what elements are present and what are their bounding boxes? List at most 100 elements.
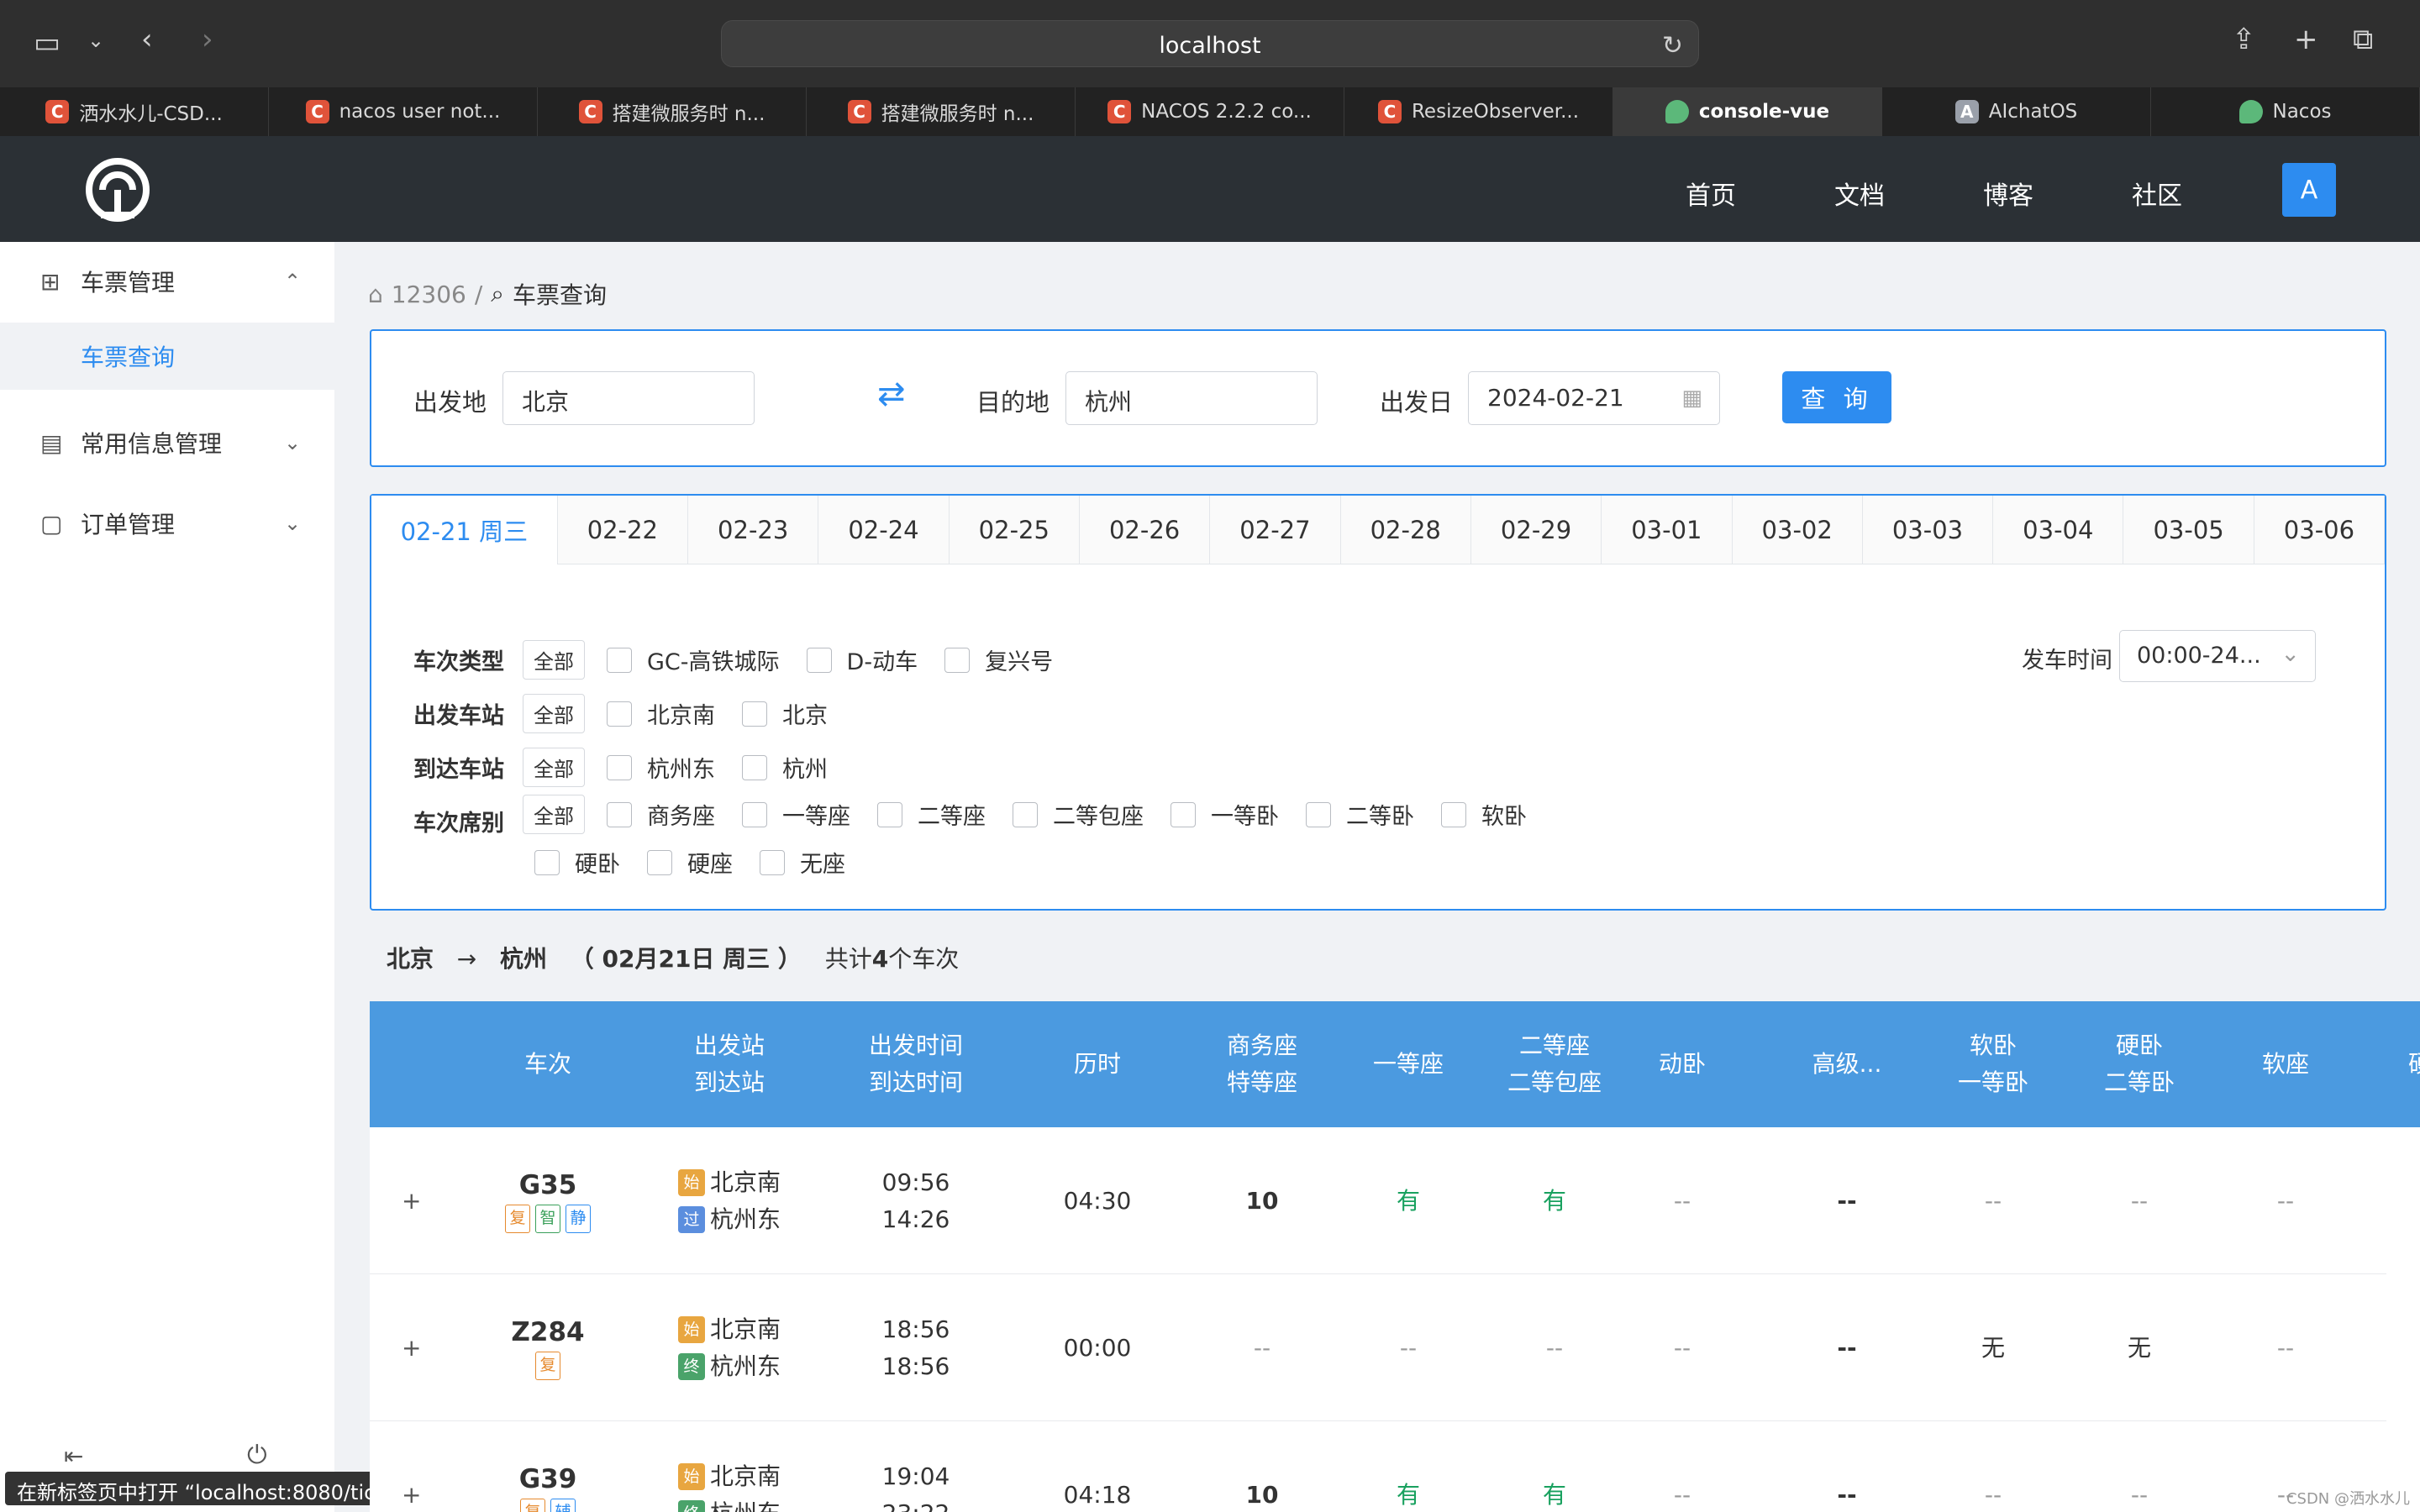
column-header[interactable]: 车次 [464,1001,632,1127]
column-header[interactable]: 出发站 到达站 [645,1001,813,1127]
browser-tab[interactable]: Cnacos user not... [269,87,538,136]
reload-icon[interactable]: ↻ [1662,31,1683,60]
share-icon[interactable]: ⇪ [2232,25,2256,54]
checkbox-box[interactable] [607,754,632,780]
departure-time-select[interactable]: 00:00-24... ⌄ [2119,630,2316,682]
date-tab[interactable]: 02-21 周三 [371,496,558,564]
search-button[interactable]: 查 询 [1782,371,1891,423]
table-row[interactable]: +G39复辅始北京南终杭州东19:0423:2204:1810有有-------… [370,1421,2386,1512]
filter-checkbox[interactable]: 硬卧 [534,846,620,879]
column-header[interactable]: 高级... [1763,1001,1931,1127]
sidebar-toggle-icon[interactable]: ▭ [34,29,60,57]
sidebar-item-common-info[interactable]: ▤ 常用信息管理 ⌄ [0,403,334,482]
train-number[interactable]: G39 [519,1463,577,1495]
table-row[interactable]: + Z284 复 始北京南终杭州东 18:56 18:56 00:00 -- -- -- -- -- 无… [370,1274,2420,1421]
new-tab-icon[interactable]: + [2294,25,2318,54]
checkbox-box[interactable] [647,849,672,875]
tab-overview-icon[interactable]: ⧉ [2353,25,2373,54]
browser-tab[interactable]: C 搭建微服务时 n... [538,87,807,136]
filter-checkbox[interactable]: D-动车 [806,643,918,676]
column-header[interactable]: 软卧 一等卧 [1909,1001,2077,1127]
home-icon[interactable]: ⌂ [368,281,383,308]
checkbox-box[interactable] [607,647,632,673]
filter-checkbox[interactable]: 杭州 [742,751,828,784]
column-header[interactable]: 动卧 [1598,1001,1766,1127]
all-tag[interactable]: 全部 [523,640,585,680]
checkbox-box[interactable] [742,701,767,727]
filter-checkbox[interactable]: 商务座 [607,798,715,831]
browser-tab[interactable]: C NACOS 2.2.2 co... [1076,87,1344,136]
address-bar[interactable]: localhost ↻ [721,20,1699,67]
date-tab[interactable]: 02-25 [949,496,1080,564]
column-header[interactable]: 一等座 [1324,1001,1492,1127]
train-number[interactable]: G35 [519,1169,577,1201]
to-input[interactable]: 杭州 [1065,371,1318,425]
avatar[interactable]: A [2282,163,2336,217]
train-cell[interactable]: G39 复辅 [464,1421,632,1512]
column-header[interactable]: 软座 [2202,1001,2370,1127]
checkbox-box[interactable] [607,801,632,827]
date-tab[interactable]: 02-29 [1470,496,1602,564]
browser-tab[interactable]: A AIchatOS [1882,87,2151,136]
filter-checkbox[interactable]: 二等包座 [1013,798,1144,831]
checkbox-box[interactable] [534,849,560,875]
filter-checkbox[interactable]: 硬座 [647,846,733,879]
filter-checkbox[interactable]: 复兴号 [944,643,1053,676]
filter-checkbox[interactable]: 二等座 [877,798,986,831]
filter-checkbox[interactable]: 一等卧 [1171,798,1279,831]
date-tab[interactable]: 02-22 [557,496,689,564]
date-tab[interactable]: 03-05 [2123,496,2254,564]
checkbox-box[interactable] [742,801,767,827]
train-cell[interactable]: G35 复智静 [464,1127,632,1274]
railway-logo-icon[interactable] [84,156,151,223]
date-tab[interactable]: 02-27 [1210,496,1341,564]
browser-tab[interactable]: C 搭建微服务时 n... [807,87,1076,136]
checkbox-box[interactable] [1306,801,1331,827]
date-tab[interactable]: 02-23 [688,496,819,564]
checkbox-box[interactable] [742,754,767,780]
back-icon[interactable]: ‹ [141,25,153,54]
column-header[interactable]: 历时 [1013,1001,1181,1127]
date-tab[interactable]: 03-04 [1993,496,2124,564]
checkbox-box[interactable] [806,647,832,673]
nav-docs[interactable]: 文档 [1834,175,1885,212]
column-header[interactable]: 商务座 特等座 [1178,1001,1346,1127]
browser-tab[interactable]: C 洒水水儿-CSD... [0,87,269,136]
filter-checkbox[interactable]: 北京南 [607,697,715,730]
browser-tab[interactable]: console-vue [1613,87,1882,136]
column-header[interactable]: 出发时间 到达时间 [832,1001,1000,1127]
chevron-down-icon[interactable]: ⌄ [87,30,104,50]
date-picker[interactable]: 2024-02-21 ▦ [1468,371,1720,425]
date-tab[interactable]: 03-01 [1602,496,1733,564]
all-tag[interactable]: 全部 [523,795,585,834]
breadcrumb-home[interactable]: 12306 [392,281,466,308]
checkbox-box[interactable] [877,801,902,827]
checkbox-box[interactable] [1171,801,1196,827]
filter-checkbox[interactable]: 北京 [742,697,828,730]
filter-checkbox[interactable]: 无座 [760,846,845,879]
filter-checkbox[interactable]: 杭州东 [607,751,715,784]
expand-icon[interactable]: + [402,1127,421,1274]
power-icon[interactable]: ⏻ [247,1443,267,1468]
from-input[interactable]: 北京 [502,371,755,425]
forward-icon[interactable]: › [202,25,213,54]
sidebar-item-orders[interactable]: ▢ 订单管理 ⌄ [0,484,334,563]
all-tag[interactable]: 全部 [523,694,585,733]
filter-checkbox[interactable]: GC-高铁城际 [607,643,780,676]
date-tab[interactable]: 03-06 [2254,496,2386,564]
expand-icon[interactable]: + [402,1421,421,1512]
collapse-sidebar-icon[interactable]: ⇤ [64,1445,83,1468]
checkbox-box[interactable] [944,647,971,673]
date-tab[interactable]: 02-24 [818,496,950,564]
checkbox-box[interactable] [607,701,632,727]
sidebar-item-ticket-search[interactable]: 车票查询 [0,323,334,390]
date-tab[interactable]: 02-26 [1079,496,1211,564]
column-header[interactable]: 硬座 [2348,1001,2420,1127]
checkbox-box[interactable] [760,849,785,875]
checkbox-box[interactable] [1013,801,1038,827]
checkbox-box[interactable] [1441,801,1466,827]
column-header[interactable]: 硬卧 二等卧 [2055,1001,2223,1127]
swap-icon[interactable]: ⇄ [877,375,906,413]
sidebar-item-ticket-management[interactable]: ⊞ 车票管理 ⌃ [0,242,334,321]
nav-blog[interactable]: 博客 [1983,175,2033,212]
